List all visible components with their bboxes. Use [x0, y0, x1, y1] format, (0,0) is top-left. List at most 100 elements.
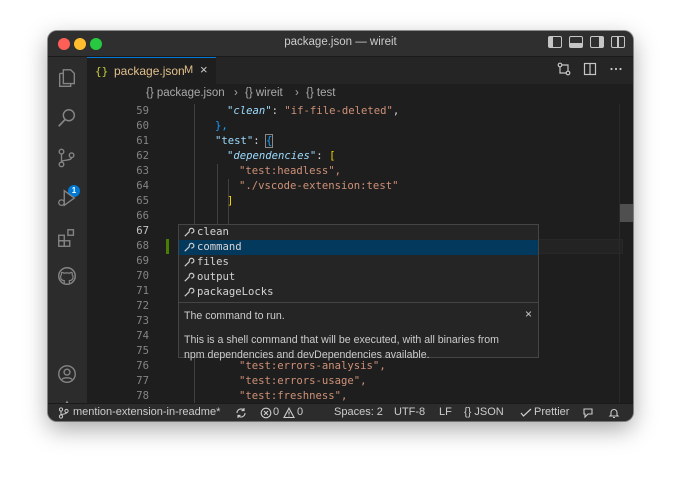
- code-line: 64 "./vscode-extension:test": [87, 179, 633, 194]
- encoding-status[interactable]: UTF-8: [394, 406, 425, 418]
- line-number: 73: [136, 315, 149, 327]
- code-line: 60 },: [87, 119, 633, 134]
- suggest-detail-body: This is a shell command that will be exe…: [184, 334, 500, 361]
- indentation-status[interactable]: Spaces: 2: [334, 406, 383, 418]
- line-number: 59: [136, 105, 149, 117]
- warning-icon[interactable]: [283, 407, 295, 419]
- property-wrench-icon: [184, 272, 195, 282]
- line-number: 71: [136, 285, 149, 297]
- line-number: 61: [136, 135, 149, 147]
- explorer-icon[interactable]: [56, 67, 78, 89]
- line-number: 66: [136, 210, 149, 222]
- source-control-icon[interactable]: [56, 147, 78, 169]
- suggest-item-label: command: [197, 241, 242, 253]
- line-content: "dependencies": [: [227, 150, 336, 162]
- tab-label: package.json: [114, 64, 185, 78]
- line-number: 65: [136, 195, 149, 207]
- suggest-item[interactable]: clean: [179, 225, 538, 240]
- suggest-item-label: packageLocks: [197, 286, 274, 298]
- toggle-panel-icon[interactable]: [569, 36, 583, 48]
- suggest-item-label: clean: [197, 226, 229, 238]
- editor-actions: [557, 62, 623, 76]
- toggle-primary-sidebar-icon[interactable]: [548, 36, 562, 48]
- code-line: 59 "clean": "if-file-deleted",: [87, 104, 633, 119]
- suggest-item[interactable]: files: [179, 255, 538, 270]
- line-number: 72: [136, 300, 149, 312]
- line-content: "test:errors-usage",: [239, 375, 367, 387]
- breadcrumb: {} package.json › {} wireit › {} test: [87, 84, 633, 104]
- title-bar: package.json — wireit: [48, 31, 633, 57]
- breadcrumb-item-wireit[interactable]: {} wireit: [245, 87, 283, 99]
- suggest-item-label: files: [197, 256, 229, 268]
- code-line: 61 "test": {: [87, 134, 633, 149]
- json-file-icon: {}: [95, 65, 109, 78]
- line-number: 62: [136, 150, 149, 162]
- github-icon[interactable]: [56, 265, 78, 287]
- git-branch-icon: [58, 407, 69, 419]
- breadcrumb-separator: ›: [234, 87, 238, 99]
- search-icon[interactable]: [56, 107, 78, 129]
- error-icon[interactable]: [260, 407, 272, 419]
- line-content: "clean": "if-file-deleted",: [227, 105, 400, 117]
- warning-count[interactable]: 0: [297, 406, 303, 418]
- customize-layout-icon[interactable]: [611, 36, 625, 48]
- property-wrench-icon: [184, 287, 195, 297]
- more-actions-icon[interactable]: [609, 62, 623, 76]
- code-line: 65 ]: [87, 194, 633, 209]
- line-number: 76: [136, 360, 149, 372]
- breadcrumb-item-file[interactable]: {} package.json: [146, 87, 225, 99]
- line-content: ]: [227, 195, 234, 207]
- line-content: "test": {: [215, 134, 274, 148]
- prettier-check-icon: [520, 408, 532, 417]
- suggest-item-selected[interactable]: command: [179, 240, 538, 255]
- open-changes-icon[interactable]: [557, 62, 571, 76]
- code-line: 63 "test:headless",: [87, 164, 633, 179]
- split-editor-icon[interactable]: [583, 62, 597, 76]
- error-count[interactable]: 0: [273, 406, 279, 418]
- tab-package-json[interactable]: {} package.json M ×: [87, 57, 216, 84]
- account-icon[interactable]: [56, 363, 78, 385]
- language-mode[interactable]: {} JSON: [464, 406, 504, 418]
- scrollbar-thumb[interactable]: [620, 204, 633, 222]
- line-number: 75: [136, 345, 149, 357]
- suggest-widget: clean command files output packageLocks …: [178, 224, 539, 361]
- line-content: },: [215, 120, 228, 132]
- close-details-icon[interactable]: ×: [525, 307, 532, 321]
- status-bar: mention-extension-in-readme* 0 0 Spaces:…: [48, 403, 633, 421]
- suggest-item[interactable]: packageLocks: [179, 285, 538, 300]
- prettier-status[interactable]: Prettier: [534, 406, 569, 418]
- line-content: "test:headless",: [239, 165, 342, 177]
- line-content: "test:freshness",: [239, 390, 348, 402]
- suggest-item[interactable]: output: [179, 270, 538, 285]
- suggest-item-label: output: [197, 271, 236, 283]
- suggest-detail-title: The command to run.: [184, 310, 285, 322]
- layout-controls: [548, 36, 625, 48]
- line-number: 78: [136, 390, 149, 402]
- line-number: 67: [136, 225, 149, 237]
- toggle-secondary-sidebar-icon[interactable]: [590, 36, 604, 48]
- code-line: 66: [87, 209, 633, 224]
- line-content: "./vscode-extension:test": [239, 180, 399, 192]
- eol-status[interactable]: LF: [439, 406, 452, 418]
- line-number: 70: [136, 270, 149, 282]
- notifications-bell-icon[interactable]: [608, 407, 620, 419]
- feedback-icon[interactable]: [582, 407, 594, 419]
- code-line: 62 "dependencies": [: [87, 149, 633, 164]
- suggest-details-panel: The command to run. × This is a shell co…: [179, 302, 538, 361]
- close-tab-icon[interactable]: ×: [200, 62, 208, 77]
- property-wrench-icon: [184, 227, 195, 237]
- extensions-icon[interactable]: [56, 227, 78, 249]
- editor-scrollbar[interactable]: [619, 104, 633, 403]
- sync-icon[interactable]: [235, 407, 247, 419]
- run-debug-icon[interactable]: [56, 187, 78, 209]
- line-number: 63: [136, 165, 149, 177]
- git-branch-label[interactable]: mention-extension-in-readme*: [73, 406, 220, 418]
- property-wrench-icon: [184, 257, 195, 267]
- breadcrumb-item-test[interactable]: {} test: [306, 87, 335, 99]
- line-number: 69: [136, 255, 149, 267]
- code-line: 77 "test:errors-usage",: [87, 374, 633, 389]
- line-number: 68: [136, 240, 149, 252]
- line-number: 74: [136, 330, 149, 342]
- activity-bar: 1: [48, 57, 87, 420]
- property-wrench-icon: [184, 242, 195, 252]
